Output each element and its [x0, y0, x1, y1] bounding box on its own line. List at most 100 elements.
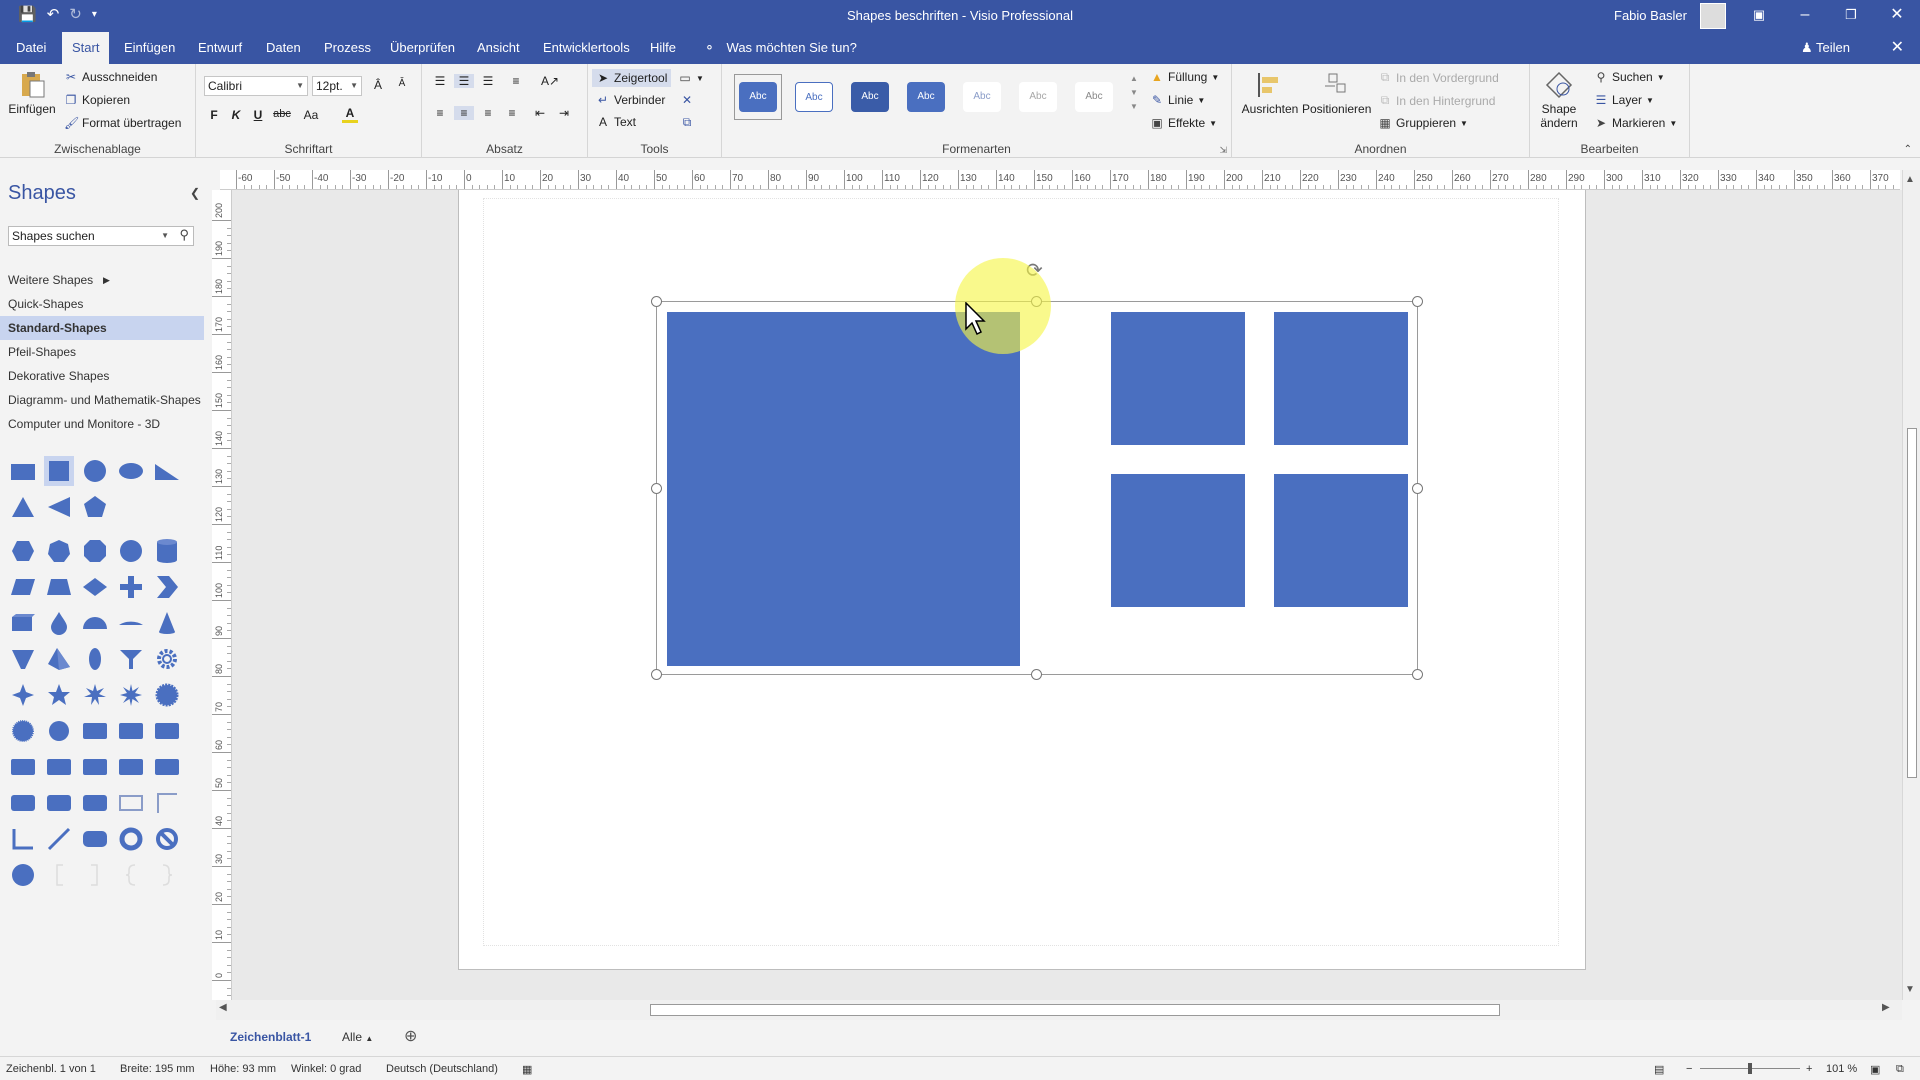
hexagon-shape[interactable]: [8, 536, 38, 566]
align-middle-icon[interactable]: ☰: [454, 74, 474, 88]
snip-rect-4-shape[interactable]: [116, 752, 146, 782]
diagonal-stripe-shape[interactable]: [44, 824, 74, 854]
rounded-rect-2-shape[interactable]: [116, 716, 146, 746]
avatar[interactable]: [1700, 3, 1726, 29]
layer-button[interactable]: ☰ Layer ▼: [1594, 93, 1654, 107]
zoom-slider-knob[interactable]: [1748, 1063, 1752, 1074]
round-rect-6-shape[interactable]: [80, 788, 110, 818]
scroll-left-icon[interactable]: ◀: [219, 1002, 227, 1013]
chevron-down-icon[interactable]: ▼: [161, 227, 169, 245]
macro-record-icon[interactable]: ▦: [522, 1063, 532, 1076]
search-icon[interactable]: ⚲: [179, 226, 189, 244]
italic-button[interactable]: K: [226, 108, 246, 122]
increase-indent-icon[interactable]: ⇥: [554, 106, 574, 120]
horizontal-scrollbar[interactable]: ◀ ▶: [216, 1000, 1902, 1020]
user-name[interactable]: Fabio Basler: [1614, 8, 1687, 23]
tab-daten[interactable]: Daten: [256, 32, 311, 64]
left-triangle-shape[interactable]: [44, 492, 74, 522]
scroll-right-icon[interactable]: ▶: [1882, 1002, 1890, 1013]
trapezoid-shape[interactable]: [44, 572, 74, 602]
collapse-ribbon-icon[interactable]: ⌃: [1904, 144, 1912, 155]
line-button[interactable]: ✎ Linie ▼: [1150, 93, 1205, 107]
shape-style-6[interactable]: Abc: [1019, 82, 1057, 112]
pointer-tool-button[interactable]: ➤ Zeigertool: [592, 69, 672, 87]
tab-prozess[interactable]: Prozess: [314, 32, 381, 64]
shape-style-1[interactable]: Abc: [739, 82, 777, 112]
resize-handle-top-right[interactable]: [1412, 296, 1423, 307]
tab-start[interactable]: Start: [62, 32, 110, 64]
shape-style-5[interactable]: Abc: [963, 82, 1001, 112]
add-sheet-icon[interactable]: ⊕: [404, 1026, 417, 1046]
scroll-up-icon[interactable]: ▲: [1905, 174, 1915, 185]
round-rect-5-shape[interactable]: [44, 788, 74, 818]
star-7-shape[interactable]: [116, 680, 146, 710]
rounded-rect-1-shape[interactable]: [80, 716, 110, 746]
bold-button[interactable]: F: [204, 108, 224, 122]
font-size-select[interactable]: 12pt. ▼: [312, 76, 362, 96]
change-case-button[interactable]: Aa: [298, 108, 324, 122]
text-block-button[interactable]: ⧉: [680, 115, 694, 130]
snip-rect-3-shape[interactable]: [80, 752, 110, 782]
cone-shape[interactable]: [152, 608, 182, 638]
rectangle-shape[interactable]: [8, 456, 38, 486]
status-height[interactable]: Höhe: 93 mm: [210, 1063, 276, 1075]
vertical-scroll-thumb[interactable]: [1907, 428, 1917, 778]
zoom-out-icon[interactable]: −: [1686, 1063, 1692, 1075]
tab-entwurf[interactable]: Entwurf: [188, 32, 252, 64]
circle-2-shape[interactable]: [44, 716, 74, 746]
tab-einfuegen[interactable]: Einfügen: [114, 32, 185, 64]
send-back-button[interactable]: ⧉ In den Hintergrund: [1378, 93, 1496, 108]
close-icon[interactable]: ✕: [1891, 32, 1904, 64]
share-button[interactable]: ♟ Teilen: [1801, 32, 1850, 64]
bring-front-button[interactable]: ⧉ In den Vordergrund: [1378, 70, 1499, 85]
group-button[interactable]: ▦ Gruppieren ▼: [1378, 116, 1468, 130]
position-button[interactable]: Positionieren: [1302, 70, 1371, 116]
chevron-shape[interactable]: [152, 572, 182, 602]
shape-style-7[interactable]: Abc: [1075, 82, 1113, 112]
decagon-shape[interactable]: [116, 536, 146, 566]
format-painter-button[interactable]: 🖌 Format übertragen: [64, 116, 181, 130]
ellipse-shape[interactable]: [116, 456, 146, 486]
l-shape[interactable]: [8, 824, 38, 854]
tab-ueberpruefen[interactable]: Überprüfen: [380, 32, 465, 64]
snip-rect-2-shape[interactable]: [44, 752, 74, 782]
right-triangle-shape[interactable]: [152, 456, 182, 486]
circle-shape[interactable]: [80, 456, 110, 486]
gear-shape[interactable]: [152, 644, 182, 674]
half-circle-shape[interactable]: [80, 608, 110, 638]
bracket-left-shape[interactable]: [44, 860, 74, 890]
effects-button[interactable]: ▣ Effekte ▼: [1150, 116, 1217, 130]
stencil-quick-shapes[interactable]: Quick-Shapes: [0, 292, 204, 316]
cylinder-shape[interactable]: [152, 536, 182, 566]
bracket-right-shape[interactable]: [80, 860, 110, 890]
teardrop-shape[interactable]: [44, 608, 74, 638]
diamond-shape[interactable]: [80, 572, 110, 602]
fill-button[interactable]: ▲ Füllung ▼: [1150, 70, 1219, 84]
triangle-shape[interactable]: [8, 492, 38, 522]
status-language[interactable]: Deutsch (Deutschland): [386, 1063, 498, 1075]
switch-windows-icon[interactable]: ⧉: [1896, 1063, 1904, 1076]
grow-font-icon[interactable]: Â: [368, 78, 388, 92]
stencil-decorative-shapes[interactable]: Dekorative Shapes: [0, 364, 204, 388]
select-button[interactable]: ➤ Markieren ▼: [1594, 116, 1677, 130]
lens-shape[interactable]: [80, 644, 110, 674]
chevron-left-icon[interactable]: ❮: [190, 186, 200, 200]
status-angle[interactable]: Winkel: 0 grad: [291, 1063, 361, 1075]
change-shape-button[interactable]: Shape ändern: [1534, 70, 1584, 130]
funnel-shape[interactable]: [8, 644, 38, 674]
text-direction-icon[interactable]: A↗: [540, 74, 560, 88]
font-color-icon[interactable]: A: [342, 106, 358, 123]
square-shape[interactable]: [44, 456, 74, 486]
octagon-shape[interactable]: [80, 536, 110, 566]
resize-handle-right[interactable]: [1412, 483, 1423, 494]
stencil-arrow-shapes[interactable]: Pfeil-Shapes: [0, 340, 204, 364]
heptagon-shape[interactable]: [44, 536, 74, 566]
no-symbol-shape[interactable]: [152, 824, 182, 854]
selection-box[interactable]: [656, 301, 1418, 675]
cut-button[interactable]: ✂ Ausschneiden: [64, 70, 157, 84]
snip-rect-1-shape[interactable]: [8, 752, 38, 782]
star-24-shape[interactable]: [152, 680, 182, 710]
close-icon[interactable]: ✕: [1874, 0, 1920, 32]
presentation-mode-icon[interactable]: ▤: [1654, 1063, 1664, 1076]
dialog-launcher-icon[interactable]: ⇲: [1219, 145, 1227, 156]
